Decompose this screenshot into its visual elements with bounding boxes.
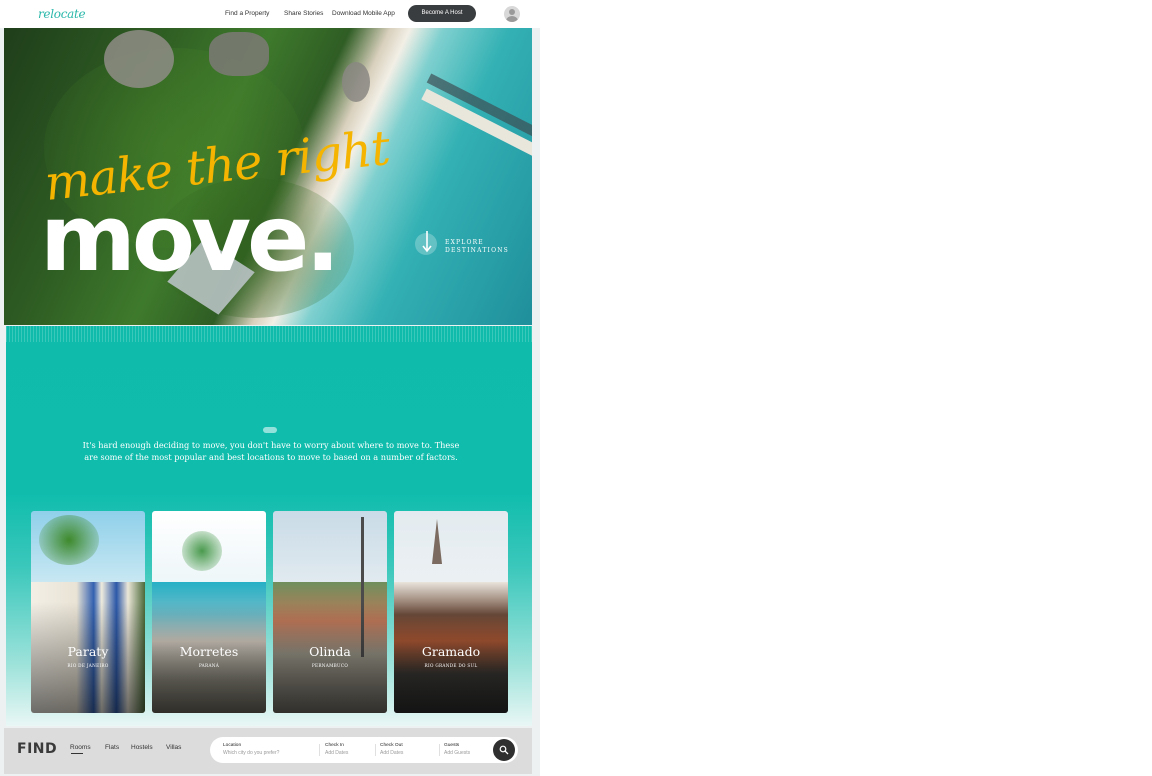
destination-card-paraty[interactable]: Paraty RIO DE JANEIRO (31, 511, 145, 713)
section-indicator-pill (263, 427, 277, 433)
explore-label-line1: EXPLORE (445, 239, 484, 246)
band-texture (6, 326, 532, 342)
section-intro-text: It's hard enough deciding to move, you d… (66, 440, 476, 463)
destination-name: Gramado (421, 644, 481, 659)
top-navbar: relocate Find a Property Share Stories D… (0, 0, 540, 28)
destination-name: Paraty (67, 644, 109, 659)
check-out-field[interactable]: Check Out Add Dates (380, 743, 403, 756)
check-in-field[interactable]: Check In Add Dates (325, 743, 348, 756)
nav-download-app[interactable]: Download Mobile App (332, 10, 395, 17)
card-photo-shade (152, 511, 266, 713)
become-host-button[interactable]: Become A Host (408, 5, 476, 22)
location-label: Location (223, 743, 242, 748)
check-out-input[interactable]: Add Dates (380, 750, 403, 756)
search-form: Location Which city do you prefer? Check… (210, 737, 518, 763)
check-out-label: Check Out (380, 743, 403, 748)
active-tab-underline (71, 753, 83, 754)
field-divider (375, 744, 376, 756)
guests-field[interactable]: Guests Add Guests (444, 743, 470, 756)
destination-card-gramado[interactable]: Gramado RIO GRANDE DO SUL (394, 511, 508, 713)
explore-label-line2: DESTINATIONS (445, 247, 509, 254)
search-icon (499, 745, 509, 755)
search-button[interactable] (493, 739, 515, 761)
find-bar: FIND Rooms Flats Hostels Villas Location… (4, 728, 532, 774)
hero-photo-roof (342, 62, 370, 102)
hero-photo-roof (104, 30, 174, 88)
avatar-head-shape (509, 9, 515, 15)
arrow-down-icon[interactable] (422, 230, 432, 254)
explore-destinations-link[interactable]: EXPLORE DESTINATIONS (445, 239, 515, 255)
hero-photo-roof (209, 32, 269, 76)
destinations-section: It's hard enough deciding to move, you d… (6, 326, 532, 726)
nav-find-property[interactable]: Find a Property (225, 10, 269, 17)
hero-banner: make the right move. EXPLORE DESTINATION… (4, 28, 532, 325)
avatar-body-shape (506, 16, 518, 22)
destination-name: Morretes (179, 644, 239, 659)
find-title: FIND (17, 741, 58, 757)
page: relocate Find a Property Share Stories D… (0, 0, 540, 776)
tab-villas[interactable]: Villas (166, 744, 181, 751)
card-photo-shade (31, 511, 145, 713)
tab-rooms[interactable]: Rooms (70, 744, 91, 751)
location-input[interactable]: Which city do you prefer? (223, 750, 279, 756)
guests-input[interactable]: Add Guests (444, 750, 470, 756)
guests-label: Guests (444, 743, 460, 748)
destination-region: RIO GRANDE DO SUL (424, 663, 478, 668)
destination-name: Olinda (309, 644, 351, 659)
field-divider (439, 744, 440, 756)
destination-region: RIO DE JANEIRO (67, 663, 109, 668)
location-field[interactable]: Location Which city do you prefer? (223, 743, 279, 756)
tab-flats[interactable]: Flats (105, 744, 119, 751)
destination-region: PARANÁ (198, 663, 220, 668)
intro-line-2: are some of the most popular and best lo… (84, 451, 458, 462)
destination-card-morretes[interactable]: Morretes PARANÁ (152, 511, 266, 713)
destination-cards: Paraty RIO DE JANEIRO Morretes PARANÁ Ol… (31, 511, 511, 713)
destination-card-olinda[interactable]: Olinda PERNAMBUCO (273, 511, 387, 713)
card-photo-shade (394, 511, 508, 713)
hero-main-heading: move. (40, 185, 340, 292)
check-in-label: Check In (325, 743, 344, 748)
field-divider (319, 744, 320, 756)
tab-hostels[interactable]: Hostels (131, 744, 153, 751)
brand-logo[interactable]: relocate (38, 7, 86, 21)
nav-share-stories[interactable]: Share Stories (284, 10, 323, 17)
card-photo-shade (273, 511, 387, 713)
destination-region: PERNAMBUCO (311, 663, 349, 668)
user-avatar-icon[interactable] (504, 6, 520, 22)
check-in-input[interactable]: Add Dates (325, 750, 348, 756)
intro-line-1: It's hard enough deciding to move, you d… (82, 440, 460, 450)
